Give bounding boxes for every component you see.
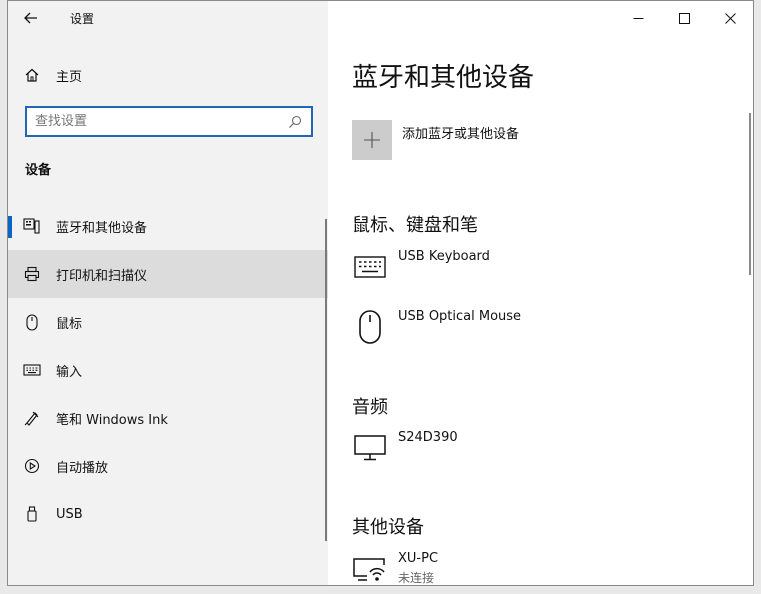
device-usb-mouse[interactable]: USB Optical Mouse [352,309,521,345]
sidebar-nav: 蓝牙和其他设备 打印机和扫描仪 鼠标 输入 笔和 Windows Ink 自动播… [8,202,328,538]
search-icon[interactable] [287,114,303,130]
maximize-button[interactable] [661,1,707,35]
device-name: USB Optical Mouse [398,309,522,324]
content-scrollbar[interactable] [749,113,751,275]
maximize-icon [678,12,690,24]
network-device-icon [352,551,388,585]
sidebar-item-label: 自动播放 [56,460,109,476]
back-button[interactable] [8,1,54,35]
group-title-other-devices: 其他设备 [352,517,424,538]
home-icon [8,67,56,83]
sidebar-item-autoplay[interactable]: 自动播放 [8,442,328,490]
close-icon [724,12,736,24]
bluetooth-device-icon [8,218,56,234]
device-usb-keyboard[interactable]: USB Keyboard [352,249,490,285]
sidebar-scrollbar[interactable] [325,219,327,541]
settings-window: 设置 主页 设备 蓝牙和其他设备 [7,0,754,586]
pen-icon [8,410,56,426]
sidebar-item-label: 鼠标 [56,316,83,332]
window-controls [615,1,753,35]
add-device-label: 添加蓝牙或其他设备 [402,127,520,142]
sidebar-item-typing[interactable]: 输入 [8,346,328,394]
device-name: S24D390 [398,430,458,445]
device-text: XU-PC 未连接 [398,551,439,585]
usb-icon [8,506,56,522]
plus-icon [364,132,380,148]
device-name: USB Keyboard [398,249,490,264]
group-title-audio: 音频 [352,397,388,418]
home-label: 主页 [56,69,83,85]
minimize-icon [633,17,643,19]
titlebar-left: 设置 [8,1,328,35]
app-title: 设置 [70,11,95,26]
device-s24d390[interactable]: S24D390 [352,430,458,466]
search-input[interactable] [35,114,287,129]
sidebar-item-label: USB [56,506,83,522]
mouse-icon [8,313,56,331]
device-text: USB Keyboard [398,249,490,264]
section-title: 设备 [25,163,52,178]
device-text: S24D390 [398,430,458,445]
sidebar-item-pen[interactable]: 笔和 Windows Ink [8,394,328,442]
sidebar-item-label: 打印机和扫描仪 [56,268,148,284]
keyboard-icon [8,364,56,376]
close-button[interactable] [707,1,753,35]
page-title: 蓝牙和其他设备 [352,63,535,93]
sidebar-item-label: 笔和 Windows Ink [56,412,168,428]
sidebar: 设置 主页 设备 蓝牙和其他设备 [8,1,328,585]
add-device-button[interactable]: 添加蓝牙或其他设备 [352,120,519,160]
home-nav-item[interactable]: 主页 [8,57,328,93]
minimize-button[interactable] [615,1,661,35]
device-status: 未连接 [398,571,435,585]
sidebar-item-label: 蓝牙和其他设备 [56,220,148,236]
printer-icon [8,266,56,282]
sidebar-item-label: 输入 [56,364,83,380]
group-title-input-devices: 鼠标、键盘和笔 [352,215,478,236]
device-text: USB Optical Mouse [398,309,521,324]
add-tile [352,120,392,160]
keyboard-icon [352,249,388,285]
monitor-icon [352,430,388,466]
device-xu-pc[interactable]: XU-PC 未连接 [352,551,439,585]
selection-indicator [8,216,12,238]
back-arrow-icon [24,12,37,24]
sidebar-item-printers[interactable]: 打印机和扫描仪 [8,250,328,298]
sidebar-item-mouse[interactable]: 鼠标 [8,298,328,346]
sidebar-item-bluetooth[interactable]: 蓝牙和其他设备 [8,202,328,250]
mouse-icon [352,309,388,345]
content-pane: 蓝牙和其他设备 添加蓝牙或其他设备 鼠标、键盘和笔 USB Keyboard U… [328,1,753,585]
autoplay-icon [8,458,56,474]
device-name: XU-PC [398,551,439,566]
sidebar-item-usb[interactable]: USB [8,490,328,538]
search-box[interactable] [25,106,313,137]
